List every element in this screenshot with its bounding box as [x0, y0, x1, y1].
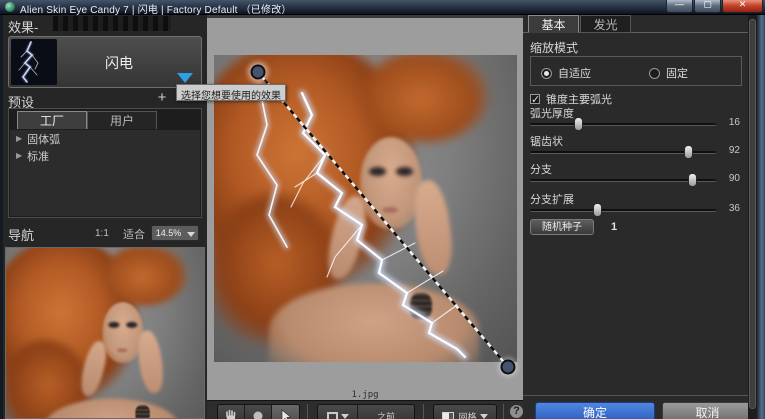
preset-item-standard[interactable]: ▶ 标准: [10, 147, 200, 164]
window-frame-right: [757, 15, 765, 419]
before-view-button[interactable]: 之前: [358, 405, 414, 419]
tab-basic[interactable]: 基本: [528, 15, 579, 33]
select-tool-button[interactable]: [272, 405, 299, 419]
chevron-down-icon: [177, 73, 193, 83]
settings-tabs: 基本 发光: [523, 15, 748, 33]
slider-branches: 分支 90: [530, 161, 742, 189]
slider-arc-thickness: 弧光厚度 16: [530, 105, 742, 133]
slider-track[interactable]: [530, 117, 716, 131]
zoom-level-value: 14.5%: [155, 228, 182, 238]
redacted-text-block: [53, 16, 171, 31]
circle-icon: [253, 411, 263, 419]
frame-icon: [326, 411, 338, 419]
preview-area: 1.jpg 之前 网格 ?: [207, 15, 523, 419]
slider-jaggedness: 锯齿状 92: [530, 133, 742, 161]
effect-section-label: 效果-: [8, 20, 39, 35]
tab-factory[interactable]: 工厂: [17, 111, 87, 129]
preset-item-solid-arc[interactable]: ▶ 固体弧: [10, 130, 200, 147]
slider-value: 16: [728, 117, 740, 128]
slider-handle[interactable]: [574, 117, 584, 131]
divider: [523, 395, 748, 396]
help-button[interactable]: ?: [510, 405, 523, 418]
scale-mode-group: 自适应 固定: [530, 56, 742, 86]
view-frame-button[interactable]: [318, 405, 358, 419]
effect-name-label: 闪电: [105, 55, 133, 71]
add-preset-button[interactable]: +: [153, 89, 171, 107]
chevron-down-icon: [340, 413, 349, 419]
chevron-down-icon: [479, 413, 488, 419]
random-seed-button[interactable]: 随机种子: [530, 219, 594, 235]
minimize-button[interactable]: —: [666, 0, 693, 13]
close-icon: ✕: [738, 0, 747, 9]
preset-item-label: 标准: [27, 150, 50, 163]
preset-item-label: 固体弧: [27, 133, 61, 146]
zoom-fit-button[interactable]: 适合: [123, 226, 145, 242]
random-seed-value: 1: [611, 221, 618, 233]
radio-fixed[interactable]: 固定: [649, 65, 688, 81]
app-window: Alien Skin Eye Candy 7 | 闪电 | Factory De…: [0, 0, 765, 419]
radio-adaptive[interactable]: 自适应: [541, 65, 591, 81]
effect-dropdown[interactable]: 闪电: [8, 36, 202, 88]
image-filename: 1.jpg: [351, 390, 379, 400]
chevron-down-icon: [187, 232, 195, 237]
tab-glow[interactable]: 发光: [580, 15, 631, 33]
slider-track[interactable]: [530, 203, 716, 217]
tree-expand-icon[interactable]: ▶: [16, 151, 22, 160]
slider-track[interactable]: [530, 173, 716, 187]
tooltip: 选择您想要使用的效果: [176, 84, 286, 102]
window-title: Alien Skin Eye Candy 7 | 闪电 | Factory De…: [20, 5, 292, 16]
title-bar: Alien Skin Eye Candy 7 | 闪电 | Factory De…: [0, 0, 765, 16]
checkbox-checked-icon: ✓: [530, 94, 541, 106]
preset-list-panel: 工厂 用户 ▶ 固体弧 ▶ 标准: [8, 108, 202, 218]
navigation-label: 导航: [8, 228, 35, 243]
split-view-icon: [442, 411, 455, 419]
tab-user[interactable]: 用户: [87, 111, 157, 129]
slider-value: 36: [728, 203, 740, 214]
radio-selected-icon: [541, 67, 552, 79]
navigation-preview[interactable]: [5, 247, 205, 419]
tree-expand-icon[interactable]: ▶: [16, 134, 22, 143]
slider-value: 92: [728, 145, 740, 156]
navigation-preview-image: [6, 248, 204, 418]
settings-panel: 基本 发光 缩放模式 自适应 固定 ✓ 锥度主要弧光 弧光厚度 16 锯齿状 9…: [523, 15, 753, 419]
cursor-icon: [281, 409, 292, 419]
maximize-icon: ▢: [703, 0, 712, 9]
maximize-button[interactable]: ▢: [694, 0, 721, 13]
canvas-toolbar: 之前 网格 ?: [207, 400, 523, 419]
hand-icon: [226, 409, 236, 419]
slider-handle[interactable]: [687, 173, 697, 187]
cancel-button[interactable]: 取消: [662, 402, 753, 419]
slider-handle[interactable]: [684, 145, 694, 159]
minimize-icon: —: [675, 0, 684, 9]
scale-mode-label: 缩放模式: [530, 41, 579, 55]
pan-tool-button[interactable]: [218, 405, 245, 419]
slider-branch-spread: 分支扩展 36: [530, 191, 742, 219]
grid-view-button[interactable]: 网格: [434, 405, 496, 419]
ok-button[interactable]: 确定: [535, 402, 655, 419]
zoom-1to1-button[interactable]: 1:1: [95, 228, 109, 239]
zoom-level-dropdown[interactable]: 14.5%: [151, 225, 199, 241]
scrollbar-thumb[interactable]: [749, 19, 756, 409]
slider-track[interactable]: [530, 145, 716, 159]
slider-value: 90: [728, 173, 740, 184]
close-button[interactable]: ✕: [722, 0, 763, 13]
navigation-header: 导航 1:1 适合 14.5%: [3, 222, 207, 244]
radio-unselected-icon: [649, 67, 660, 79]
lightning-thumbnail-icon: [11, 39, 57, 85]
app-icon: [5, 2, 15, 12]
left-panel: 效果- 闪电 预设 + ⏷ 工厂 用户: [3, 15, 207, 419]
ellipse-tool-button[interactable]: [245, 405, 272, 419]
preset-list: ▶ 固体弧 ▶ 标准: [10, 130, 200, 216]
slider-handle[interactable]: [592, 203, 602, 217]
right-panel-scrollbar: [748, 15, 757, 419]
